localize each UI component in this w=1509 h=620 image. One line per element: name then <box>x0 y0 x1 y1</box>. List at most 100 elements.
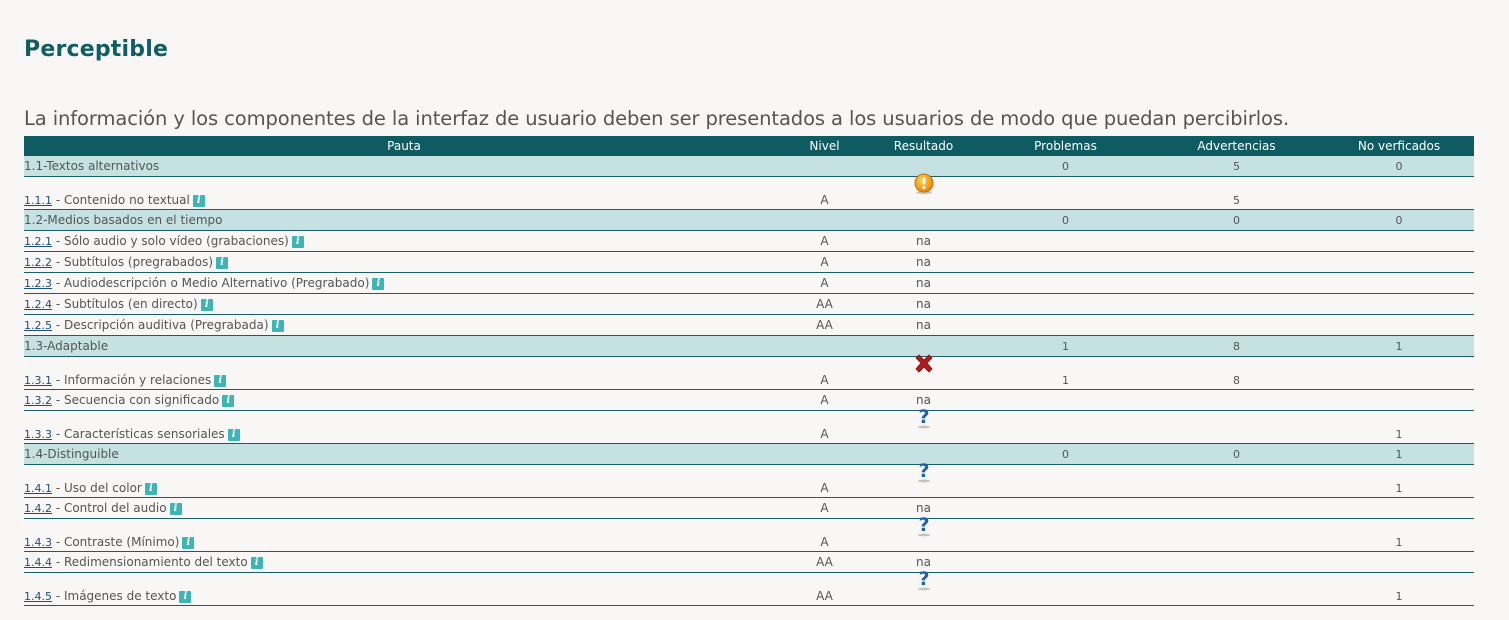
criterion-link[interactable]: 1.4.2 <box>24 502 52 515</box>
info-icon[interactable]: i <box>372 278 385 290</box>
problemas-cell <box>982 251 1149 273</box>
info-icon[interactable]: i <box>250 557 263 569</box>
criterion-cell: 1.2.2 - Subtítulos (pregrabados) i <box>24 251 784 273</box>
advertencias-cell <box>1149 272 1324 294</box>
resultado-text: na <box>916 297 931 311</box>
table-row: 1.2.2 - Subtítulos (pregrabados) i Ana <box>24 251 1474 273</box>
info-icon[interactable]: i <box>214 375 227 387</box>
criterion-cell: 1.4.2 - Control del audio i <box>24 497 784 519</box>
criterion-label: - Subtítulos (en directo) <box>52 297 198 311</box>
criterion-cell: 1.1.1 - Contenido no textual i <box>24 176 784 210</box>
question-icon: ? <box>915 406 933 432</box>
advertencias-cell <box>1149 293 1324 315</box>
group-label: 1.4-Distinguible <box>24 443 784 465</box>
no-verificados-cell: 1 <box>1324 410 1474 444</box>
criterion-cell: 1.4.3 - Contraste (Mínimo) i <box>24 518 784 552</box>
info-icon[interactable]: i <box>192 195 205 207</box>
criterion-link[interactable]: 1.2.2 <box>24 256 52 269</box>
col-header-no-verificados: No verficados <box>1324 136 1474 156</box>
section-description: La información y los componentes de la i… <box>24 107 1290 130</box>
nivel-cell: A <box>784 230 865 252</box>
criterion-cell: 1.2.5 - Descripción auditiva (Pregrabada… <box>24 314 784 336</box>
criterion-link[interactable]: 1.4.3 <box>24 536 52 549</box>
group-problemas: 0 <box>982 443 1149 465</box>
criterion-link[interactable]: 1.2.3 <box>24 277 52 290</box>
criterion-link[interactable]: 1.2.4 <box>24 298 52 311</box>
info-icon[interactable]: i <box>291 236 304 248</box>
advertencias-cell: 5 <box>1149 176 1324 210</box>
nivel-cell: A <box>784 251 865 273</box>
problemas-cell <box>982 497 1149 519</box>
criterion-label: - Subtítulos (pregrabados) <box>52 255 214 269</box>
resultado-cell: na <box>865 230 982 252</box>
criterion-link[interactable]: 1.3.3 <box>24 428 52 441</box>
info-icon[interactable]: i <box>144 483 157 495</box>
group-no-verificados: 1 <box>1324 335 1474 357</box>
info-icon[interactable]: i <box>222 395 235 407</box>
problemas-cell: 1 <box>982 356 1149 390</box>
advertencias-cell <box>1149 551 1324 573</box>
nivel-cell: A <box>784 410 865 444</box>
group-problemas: 0 <box>982 209 1149 231</box>
advertencias-cell <box>1149 230 1324 252</box>
no-verificados-cell: 1 <box>1324 572 1474 606</box>
group-advertencias: 0 <box>1149 443 1324 465</box>
table-body: 1.1-Textos alternativos 0 5 0 1.1.1 - Conten… <box>24 156 1474 606</box>
criterion-label: - Imágenes de texto <box>52 589 177 603</box>
problemas-cell <box>982 314 1149 336</box>
info-icon[interactable]: i <box>169 503 182 515</box>
criterion-label: - Secuencia con significado <box>52 393 220 407</box>
svg-text:?: ? <box>918 461 929 482</box>
info-icon[interactable]: i <box>271 320 284 332</box>
resultado-cell: ? <box>865 568 982 606</box>
group-label: 1.1-Textos alternativos <box>24 156 784 177</box>
advertencias-cell <box>1149 389 1324 411</box>
section-title: Perceptible <box>24 37 169 62</box>
criterion-link[interactable]: 1.1.1 <box>24 194 52 207</box>
nivel-cell: A <box>784 464 865 498</box>
advertencias-cell <box>1149 572 1324 606</box>
table-row: 1.4.1 - Uso del color i A? 1 <box>24 460 1474 498</box>
problemas-cell <box>982 389 1149 411</box>
criterion-label: - Contraste (Mínimo) <box>52 535 180 549</box>
resultado-cell: ? <box>865 460 982 498</box>
problemas-cell <box>982 272 1149 294</box>
nivel-cell: A <box>784 272 865 294</box>
criterion-link[interactable]: 1.3.1 <box>24 374 52 387</box>
criterion-link[interactable]: 1.3.2 <box>24 394 52 407</box>
nivel-cell: A <box>784 176 865 210</box>
table-row: 1.2.4 - Subtítulos (en directo) i AA na <box>24 293 1474 315</box>
group-label: 1.3-Adaptable <box>24 335 784 357</box>
group-advertencias: 5 <box>1149 156 1324 177</box>
criterion-label: - Información y relaciones <box>52 373 212 387</box>
criterion-link[interactable]: 1.4.1 <box>24 482 52 495</box>
warning-icon <box>913 173 935 198</box>
criterion-link[interactable]: 1.4.5 <box>24 590 52 603</box>
table-row: 1.3.2 - Secuencia con significado i Ana <box>24 389 1474 411</box>
col-header-nivel: Nivel <box>784 136 865 156</box>
criterion-link[interactable]: 1.4.4 <box>24 556 52 569</box>
svg-text:?: ? <box>918 515 929 536</box>
no-verificados-cell <box>1324 176 1474 210</box>
info-icon[interactable]: i <box>200 299 213 311</box>
criterion-label: - Audiodescripción o Medio Alternativo (… <box>52 276 370 290</box>
criterion-label: - Contenido no textual <box>52 193 190 207</box>
info-icon[interactable]: i <box>216 257 229 269</box>
info-icon[interactable]: i <box>182 537 195 549</box>
info-icon[interactable]: i <box>179 591 192 603</box>
no-verificados-cell <box>1324 314 1474 336</box>
group-row: 1.2-Medios basados en el tiempo 0 0 0 <box>24 209 1474 231</box>
criterion-label: - Uso del color <box>52 481 142 495</box>
info-icon[interactable]: i <box>227 429 240 441</box>
criterion-cell: 1.3.1 - Información y relaciones i <box>24 356 784 390</box>
table-row: 1.2.5 - Descripción auditiva (Pregrabada… <box>24 314 1474 336</box>
group-row: 1.3-Adaptable 1 8 1 <box>24 335 1474 357</box>
criterion-label: - Redimensionamiento del texto <box>52 555 248 569</box>
table-row: 1.3.1 - Información y relaciones i A 1 8 <box>24 354 1474 390</box>
criterion-link[interactable]: 1.2.5 <box>24 319 52 332</box>
question-icon: ? <box>915 460 933 486</box>
results-table: Pauta Nivel Resultado Problemas Adverten… <box>24 136 1474 606</box>
problemas-cell <box>982 230 1149 252</box>
resultado-text: na <box>916 255 931 269</box>
criterion-link[interactable]: 1.2.1 <box>24 235 52 248</box>
